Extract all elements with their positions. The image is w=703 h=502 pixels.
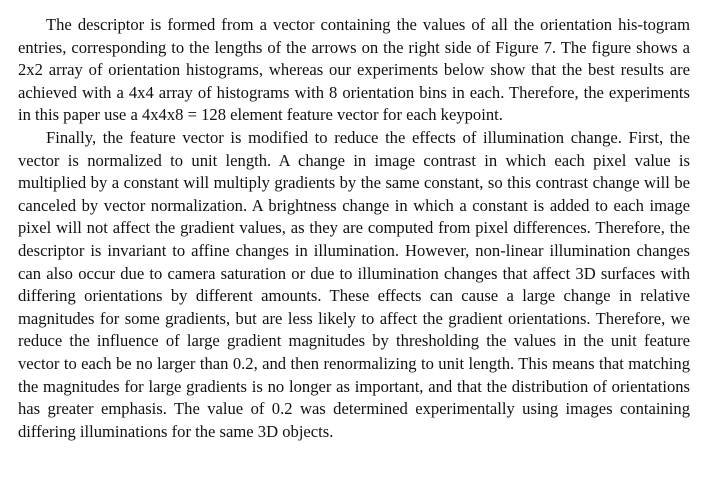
document-body: The descriptor is formed from a vector c… xyxy=(18,14,690,443)
paragraph-descriptor: The descriptor is formed from a vector c… xyxy=(18,15,690,125)
paragraph-illumination: Finally, the feature vector is modified … xyxy=(18,127,690,441)
